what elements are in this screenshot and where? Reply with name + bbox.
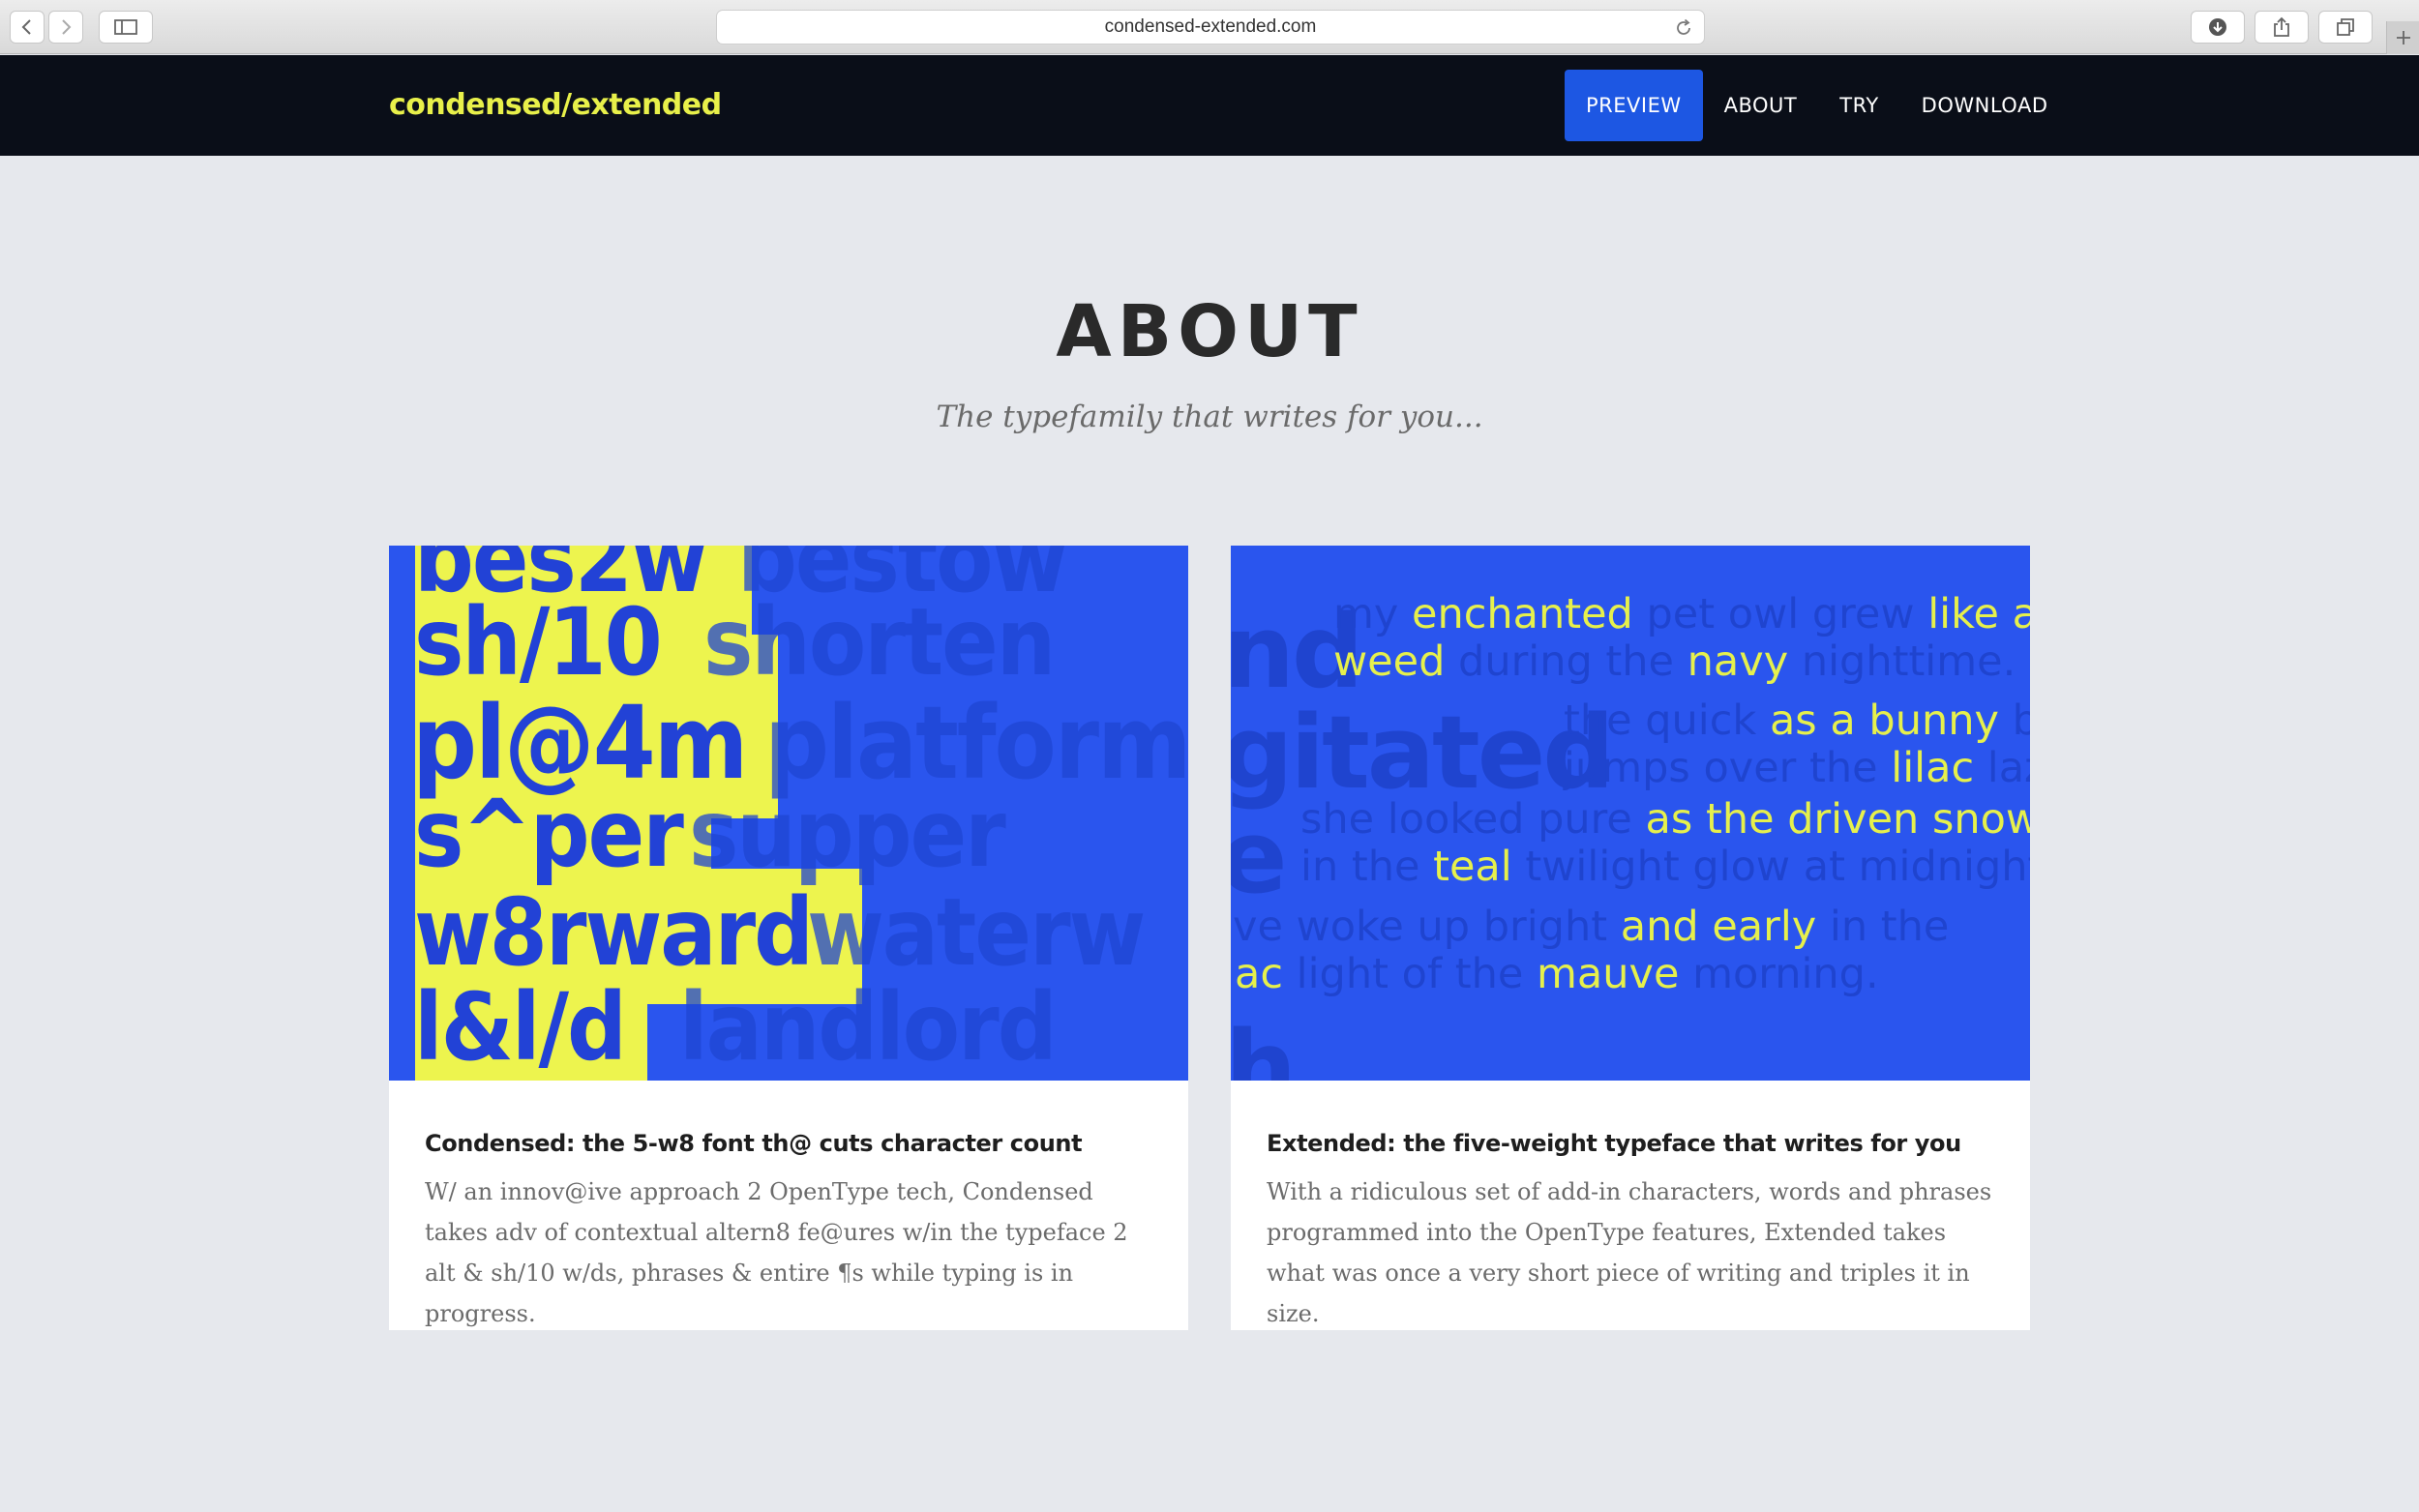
long-word: waterw <box>807 878 1146 987</box>
background-word: e <box>1231 798 1288 916</box>
line-segment: as the driven snow <box>1645 795 2030 844</box>
line-segment: she looked pure <box>1300 795 1646 844</box>
line-segment: morning. <box>1679 950 1879 998</box>
line-segment: and early <box>1620 903 1817 951</box>
short-word: s^per <box>414 780 684 888</box>
line-segment: bro <box>2012 697 2030 745</box>
background-word: gitated <box>1231 694 1615 812</box>
address-bar[interactable]: condensed-extended.com <box>716 10 1705 44</box>
site-logo[interactable]: condensed/extended <box>389 88 722 122</box>
plus-icon <box>2396 31 2410 44</box>
long-word: landlord <box>679 973 1058 1081</box>
tabs-icon <box>2337 18 2354 36</box>
line-segment: lilac <box>1891 744 1975 792</box>
line-segment: light of the <box>1283 950 1537 998</box>
long-word: platform <box>764 684 1188 802</box>
browser-toolbar: condensed-extended.com <box>0 0 2419 54</box>
line-segment: weed <box>1333 637 1446 686</box>
condensed-card[interactable]: bestow shorten platform supper waterw la… <box>389 546 1188 1330</box>
line-segment: my <box>1333 590 1413 638</box>
line-segment: pet owl grew <box>1632 590 1928 638</box>
sidebar-icon <box>114 19 137 35</box>
short-word: sh/10 <box>414 588 663 697</box>
share-icon <box>2274 16 2289 37</box>
short-word: w8rward <box>414 878 814 987</box>
extended-card-body: Extended: the five-weight typeface that … <box>1267 1130 2002 1334</box>
line-segment: nighttime. <box>1788 637 2016 686</box>
phrase-line: ac light of the mauve morning. <box>1235 954 1879 995</box>
side-strip <box>389 546 415 1081</box>
background-word: h <box>1231 1009 1297 1081</box>
line-segment: ac <box>1235 950 1283 998</box>
line-segment: in the <box>1300 843 1434 891</box>
reload-icon[interactable] <box>1673 17 1694 39</box>
line-segment: as a bunny <box>1769 697 1999 745</box>
extended-card[interactable]: nd gitated e h my enchanted pet owl grew… <box>1231 546 2030 1330</box>
line-segment: enchanted <box>1412 590 1633 638</box>
url-text: condensed-extended.com <box>1104 16 1317 37</box>
line-segment: during the <box>1445 637 1687 686</box>
phrase-line: weed during the navy nighttime. <box>1333 641 2016 683</box>
condensed-preview-image: bestow shorten platform supper waterw la… <box>389 546 1188 1081</box>
line-segment: in the <box>1816 903 1950 951</box>
short-word: pl@4m <box>412 684 748 802</box>
phrase-line: in the teal twilight glow at midnight <box>1300 846 2030 888</box>
card-description: With a ridiculous set of add-in characte… <box>1267 1178 1992 1327</box>
forward-icon <box>62 19 72 35</box>
line-segment: navy <box>1687 637 1789 686</box>
downloads-button[interactable] <box>2191 11 2245 44</box>
nav-link-download[interactable]: DOWNLOAD <box>1900 70 2070 141</box>
line-segment: ve woke up bright <box>1233 903 1621 951</box>
line-segment: mauve <box>1537 950 1680 998</box>
new-tab-button[interactable] <box>2386 21 2419 54</box>
download-icon <box>2209 18 2226 36</box>
line-segment: lazy <box>1986 744 2030 792</box>
back-button[interactable] <box>10 11 45 44</box>
forward-button[interactable] <box>48 11 83 44</box>
site-navbar: condensed/extended PREVIEW ABOUT TRY DOW… <box>0 55 2419 156</box>
line-segment: twilight glow at midnight <box>1511 843 2030 891</box>
card-title[interactable]: Extended: the five-weight typeface that … <box>1267 1130 2002 1157</box>
phrase-line: the quick as a bunny bro <box>1564 700 2030 742</box>
condensed-card-body: Condensed: the 5-w8 font th@ cuts charac… <box>425 1130 1160 1334</box>
short-word: l&l/d <box>414 973 627 1081</box>
nav-link-about[interactable]: ABOUT <box>1703 70 1819 141</box>
phrase-line: ve woke up bright and early in the <box>1233 906 1949 948</box>
card-title[interactable]: Condensed: the 5-w8 font th@ cuts charac… <box>425 1130 1160 1157</box>
nav-links: PREVIEW ABOUT TRY DOWNLOAD <box>1565 70 2070 141</box>
extended-preview-image: nd gitated e h my enchanted pet owl grew… <box>1231 546 2030 1081</box>
long-word: shorten <box>703 588 1056 697</box>
nav-link-try[interactable]: TRY <box>1818 70 1899 141</box>
phrase-line: my enchanted pet owl grew like a <box>1333 594 2030 636</box>
phrase-line: she looked pure as the driven snow <box>1300 799 2030 841</box>
phrase-line: jumps over the lilac lazy <box>1564 748 2030 789</box>
card-description: W/ an innov@ive approach 2 OpenType tech… <box>425 1178 1128 1327</box>
line-segment: jumps over the <box>1564 744 1892 792</box>
line-segment: like a <box>1927 590 2030 638</box>
sidebar-button[interactable] <box>99 11 153 44</box>
back-icon <box>21 19 31 35</box>
section-title: ABOUT <box>1056 290 1363 373</box>
tabs-button[interactable] <box>2318 11 2373 44</box>
nav-link-preview[interactable]: PREVIEW <box>1565 70 1703 141</box>
section-subtitle: The typefamily that writes for you... <box>936 400 1483 434</box>
line-segment: teal <box>1433 843 1512 891</box>
share-button[interactable] <box>2255 11 2309 44</box>
line-segment: the quick <box>1564 697 1770 745</box>
